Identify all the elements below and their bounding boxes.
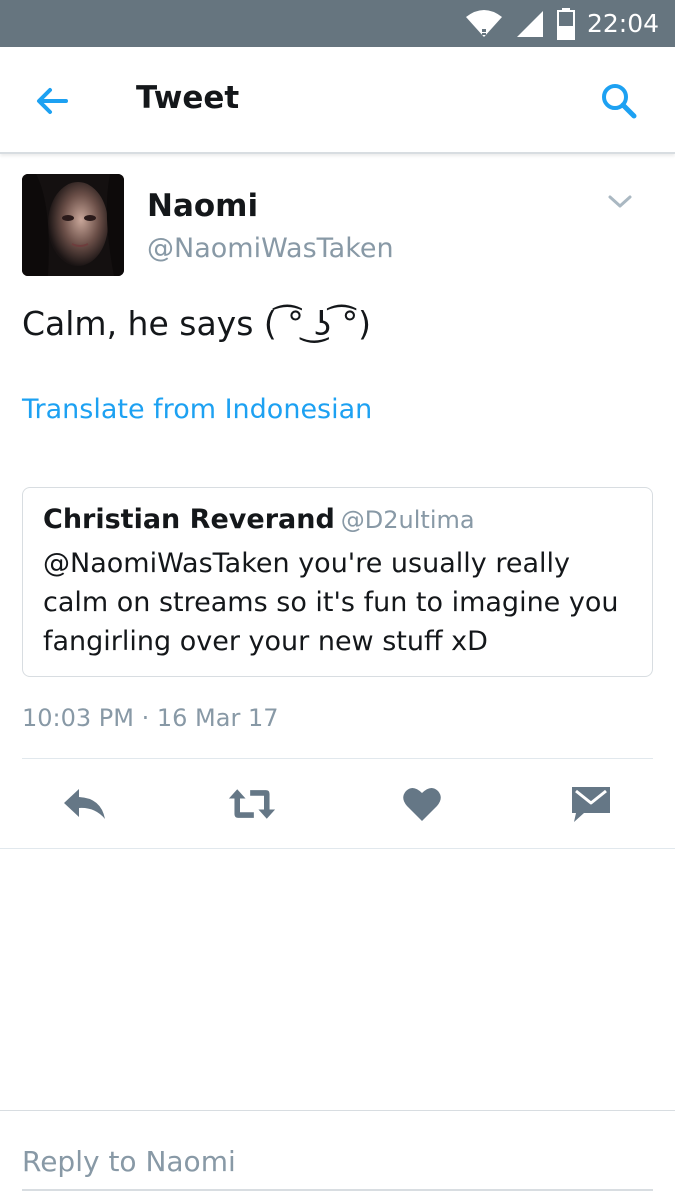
like-button[interactable] [398, 782, 446, 826]
app-bar: Tweet [0, 47, 675, 154]
retweet-icon [228, 789, 276, 819]
direct-message-button[interactable] [567, 782, 615, 826]
status-time: 22:04 [586, 9, 659, 38]
quoted-tweet-header: Christian Reverand @D2ultima [43, 504, 475, 535]
quoted-tweet-text: @NaomiWasTaken you're usually really cal… [43, 548, 619, 657]
like-icon [403, 787, 441, 821]
status-bar: 22:04 [0, 0, 675, 47]
avatar[interactable] [22, 174, 124, 276]
status-icons: 22:04 [465, 0, 659, 47]
search-button[interactable] [599, 81, 639, 121]
reply-input[interactable] [22, 1133, 653, 1191]
quoted-author-handle: @D2ultima [340, 506, 475, 534]
tweet-timestamp: 10:03 PM · 16 Mar 17 [22, 704, 279, 732]
chevron-down-icon [608, 195, 632, 208]
avatar-photo [22, 174, 124, 276]
quoted-author-name: Christian Reverand [43, 504, 335, 535]
divider [0, 848, 675, 849]
battery-icon [556, 7, 575, 40]
direct-message-icon [572, 787, 610, 822]
signal-icon [516, 10, 543, 37]
back-button[interactable] [32, 81, 72, 121]
reply-bar [0, 1110, 675, 1200]
quoted-tweet-card[interactable]: Christian Reverand @D2ultima @NaomiWasTak… [22, 487, 653, 677]
author-name[interactable]: Naomi [147, 188, 258, 224]
author-handle[interactable]: @NaomiWasTaken [147, 233, 394, 264]
reply-button[interactable] [60, 782, 108, 826]
reply-icon [64, 789, 105, 819]
arrow-left-icon [37, 88, 68, 114]
search-icon [602, 84, 637, 119]
translate-link[interactable]: Translate from Indonesian [22, 394, 372, 425]
tweet-options-button[interactable] [605, 190, 635, 214]
retweet-button[interactable] [228, 782, 276, 826]
wifi-icon [465, 9, 502, 37]
tweet-text: Calm, he says ( ͡° ͜ʖ ͡°) [22, 304, 371, 343]
page-title: Tweet [136, 80, 240, 116]
action-bar [0, 760, 675, 848]
divider [22, 758, 653, 759]
